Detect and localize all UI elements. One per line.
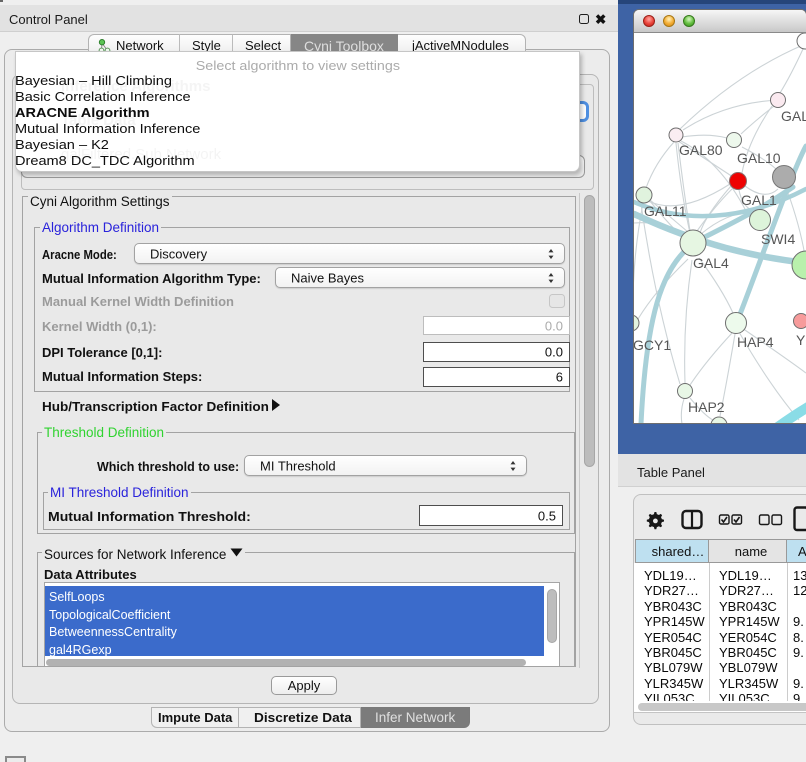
svg-text:SWI4: SWI4 — [761, 231, 795, 247]
svg-text:GAL11: GAL11 — [644, 203, 687, 219]
svg-text:GAL1: GAL1 — [741, 192, 777, 208]
svg-text:GAL10: GAL10 — [737, 150, 781, 166]
svg-text:HAP2: HAP2 — [688, 399, 725, 415]
svg-text:HAP4: HAP4 — [737, 334, 774, 350]
svg-text:GAL80: GAL80 — [679, 142, 723, 158]
svg-text:GCY1: GCY1 — [634, 337, 671, 353]
svg-text:Y: Y — [796, 332, 806, 348]
svg-text:GAL: GAL — [781, 108, 806, 124]
svg-text:GAL4: GAL4 — [693, 255, 729, 271]
